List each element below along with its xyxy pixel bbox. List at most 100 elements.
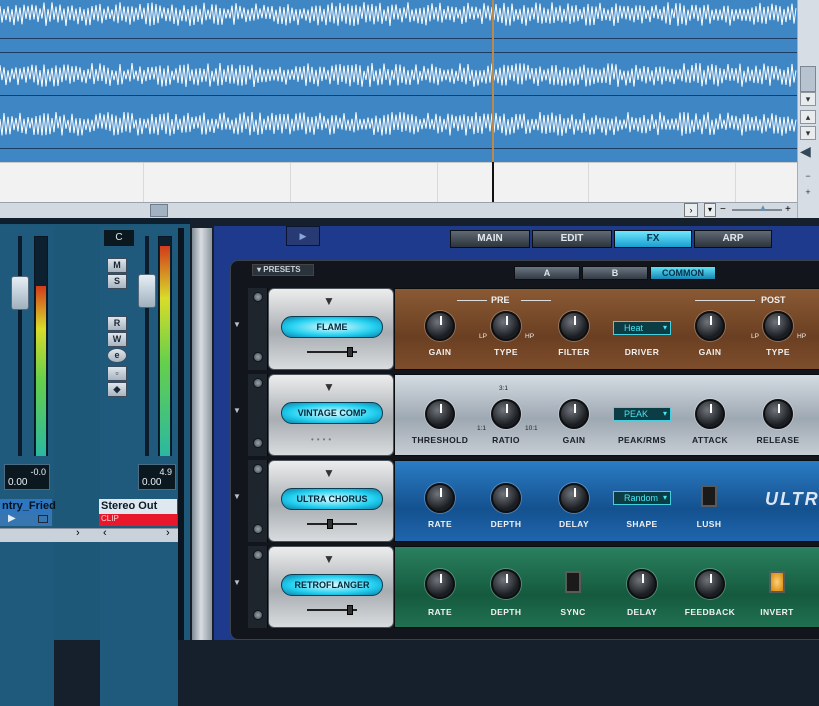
tab-arp[interactable]: ARP: [694, 230, 772, 248]
ruler-tick: [290, 163, 291, 203]
vertical-rail[interactable]: [192, 228, 212, 640]
scroll-left-icon[interactable]: ‹: [103, 527, 107, 539]
feedback-knob[interactable]: [695, 569, 725, 599]
rate-knob[interactable]: [425, 483, 455, 513]
play-icon[interactable]: ▶: [8, 513, 16, 524]
fx-module-faceplate: ▼ VINTAGE COMP ••••: [268, 374, 394, 456]
waveform-lanes[interactable]: [0, 0, 797, 162]
edit-button[interactable]: e: [107, 348, 127, 363]
insert-icon[interactable]: ▫: [107, 366, 127, 381]
presets-dropdown[interactable]: ▾ PRESETS: [252, 264, 314, 276]
scroll-right-icon[interactable]: ›: [166, 527, 170, 539]
type-knob[interactable]: [491, 311, 521, 341]
vertical-scrollbar[interactable]: ▾ ▴ ▾ ◀ − +: [797, 0, 819, 218]
shape-dropdown[interactable]: Random: [613, 491, 671, 505]
play-preview-button[interactable]: ▶: [286, 226, 320, 246]
horizontal-scrollbar[interactable]: › ▾ − ▲ +: [0, 202, 797, 218]
timeline-ruler[interactable]: [0, 162, 797, 203]
subtab-b[interactable]: B: [582, 266, 648, 280]
threshold-label: THRESHOLD: [411, 435, 469, 445]
mixer-panel: -0.0 0.00 ntry_Fried ▶ C M S R W e ▫ ◆ 4…: [0, 218, 190, 706]
gain-knob[interactable]: [425, 311, 455, 341]
power-icon[interactable]: [253, 550, 263, 560]
invert-switch[interactable]: [769, 571, 785, 593]
gain-knob[interactable]: [559, 399, 589, 429]
delay-knob[interactable]: [559, 483, 589, 513]
write-button[interactable]: W: [107, 332, 127, 347]
attack-knob[interactable]: [695, 399, 725, 429]
fx-name-display[interactable]: VINTAGE COMP: [281, 402, 383, 424]
fx-name-display[interactable]: FLAME: [281, 316, 383, 338]
fx-select-arrow-icon[interactable]: ▼: [323, 466, 335, 480]
zoom-out-icon[interactable]: −: [720, 203, 730, 217]
clip-indicator[interactable]: CLIP: [99, 514, 177, 526]
depth-knob[interactable]: [491, 483, 521, 513]
zoom-slider[interactable]: ▲: [732, 204, 782, 214]
scroll-thumb[interactable]: [800, 66, 816, 92]
ratio-knob[interactable]: [491, 399, 521, 429]
mixer-scrollbar[interactable]: › ‹ ›: [0, 527, 178, 542]
subtab-a[interactable]: A: [514, 266, 580, 280]
master-fader[interactable]: [138, 274, 156, 308]
tab-main[interactable]: MAIN: [450, 230, 530, 248]
rate-knob[interactable]: [425, 569, 455, 599]
sync-switch[interactable]: [565, 571, 581, 593]
volume-fader[interactable]: [11, 276, 29, 310]
scroll-up-button[interactable]: ▴: [800, 110, 816, 124]
mute-button[interactable]: M: [107, 258, 127, 273]
peak-rms-dropdown[interactable]: PEAK: [613, 407, 671, 421]
subtab-common[interactable]: COMMON: [650, 266, 716, 280]
release-knob[interactable]: [763, 399, 793, 429]
row-expand-icon[interactable]: ▼: [233, 578, 241, 587]
fx-controls-ultra-chorus: Random ULTR RATE DEPTH DELAY SHAPE LUSH: [394, 460, 819, 542]
hscroll-thumb[interactable]: [150, 204, 168, 217]
delay-knob[interactable]: [627, 569, 657, 599]
read-button[interactable]: R: [107, 316, 127, 331]
post-gain-knob[interactable]: [695, 311, 725, 341]
row-expand-icon[interactable]: ▼: [233, 406, 241, 415]
solo-button[interactable]: S: [107, 274, 127, 289]
fx-mix-slider-cap[interactable]: [347, 347, 353, 357]
scroll-right-icon[interactable]: ›: [76, 527, 80, 539]
lush-switch[interactable]: [701, 485, 717, 507]
master-channel-name[interactable]: Stereo Out: [99, 499, 177, 514]
threshold-knob[interactable]: [425, 399, 455, 429]
fx-mix-slider[interactable]: [307, 347, 357, 357]
filter-knob[interactable]: [559, 311, 589, 341]
hscroll-right-button[interactable]: ›: [684, 203, 698, 217]
zoom-slider-thumb[interactable]: ▲: [758, 204, 768, 214]
zoom-plus-icon[interactable]: +: [800, 186, 816, 200]
channel-name[interactable]: ntry_Fried: [0, 499, 56, 514]
tab-fx[interactable]: FX: [614, 230, 692, 248]
scroll-down-button[interactable]: ▾: [800, 92, 816, 106]
tab-edit[interactable]: EDIT: [532, 230, 612, 248]
io-icon[interactable]: [38, 515, 48, 523]
power-icon[interactable]: [253, 292, 263, 302]
zoom-in-icon[interactable]: +: [785, 203, 795, 217]
fx-select-arrow-icon[interactable]: ▼: [323, 294, 335, 308]
fx-mix-slider[interactable]: [307, 519, 357, 529]
fx-select-arrow-icon[interactable]: ▼: [323, 552, 335, 566]
fx-mix-slider-cap[interactable]: [327, 519, 333, 529]
zoom-down-button[interactable]: ▾: [800, 126, 816, 140]
zoom-dropdown-button[interactable]: ▾: [704, 203, 716, 217]
fx-select-arrow-icon[interactable]: ▼: [323, 380, 335, 394]
power-icon[interactable]: [253, 378, 263, 388]
post-type-knob[interactable]: [763, 311, 793, 341]
zoom-minus-icon[interactable]: −: [800, 170, 816, 184]
fx-name-display[interactable]: ULTRA CHORUS: [281, 488, 383, 510]
driver-dropdown[interactable]: Heat: [613, 321, 671, 335]
row-expand-icon[interactable]: ▼: [233, 492, 241, 501]
fx-name-display[interactable]: RETROFLANGER: [281, 574, 383, 596]
zoom-triangle-icon[interactable]: ◀: [800, 142, 816, 160]
power-icon[interactable]: [253, 464, 263, 474]
ruler-tick: [437, 163, 438, 203]
ruler-tick: [735, 163, 736, 203]
depth-label: DEPTH: [490, 519, 522, 529]
fx-mix-slider[interactable]: [307, 605, 357, 615]
master-peak: 4.9: [159, 467, 172, 477]
depth-knob[interactable]: [491, 569, 521, 599]
routing-icon[interactable]: ◆: [107, 382, 127, 397]
row-expand-icon[interactable]: ▼: [233, 320, 241, 329]
fx-mix-slider-cap[interactable]: [347, 605, 353, 615]
